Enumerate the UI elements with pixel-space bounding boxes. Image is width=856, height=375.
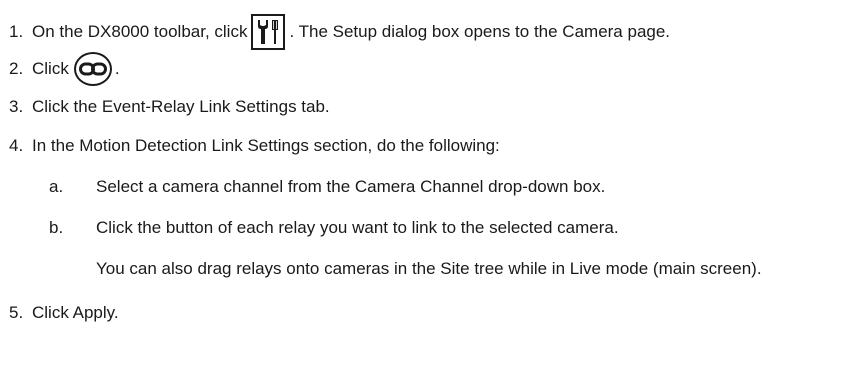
step-number: 2. <box>9 59 24 78</box>
step-number: 5. <box>9 303 24 322</box>
step-2: 2. Click . <box>9 52 120 86</box>
step-number: 4. <box>9 136 24 155</box>
step-text-after: . <box>114 59 120 78</box>
setup-tools-icon <box>251 14 286 50</box>
substep-letter: a. <box>49 177 64 196</box>
step-text: In the Motion Detection Link Settings se… <box>32 136 500 155</box>
step-text-before: On the DX8000 toolbar, click <box>32 22 248 41</box>
step-1: 1. On the DX8000 toolbar, click . The Se… <box>9 14 670 50</box>
step-text: Click the Event-Relay Link Settings tab. <box>32 97 330 116</box>
step-number: 3. <box>9 97 24 116</box>
substep-b: b. Click the button of each relay you wa… <box>49 218 619 238</box>
step-3: 3. Click the Event-Relay Link Settings t… <box>9 97 330 117</box>
substep-text: Click the button of each relay you want … <box>96 218 619 237</box>
substep-note: You can also drag relays onto cameras in… <box>96 259 762 278</box>
step-4: 4. In the Motion Detection Link Settings… <box>9 136 500 156</box>
substep-a: a. Select a camera channel from the Came… <box>49 177 605 197</box>
step-text-before: Click <box>32 59 69 78</box>
step-text-after: . The Setup dialog box opens to the Came… <box>289 22 671 41</box>
step-text: Click Apply. <box>32 303 119 322</box>
step-5: 5. Click Apply. <box>9 303 119 323</box>
substep-letter: b. <box>49 218 64 237</box>
substep-text: Select a camera channel from the Camera … <box>96 177 606 196</box>
step-number: 1. <box>9 22 24 41</box>
link-chain-icon <box>73 52 112 86</box>
